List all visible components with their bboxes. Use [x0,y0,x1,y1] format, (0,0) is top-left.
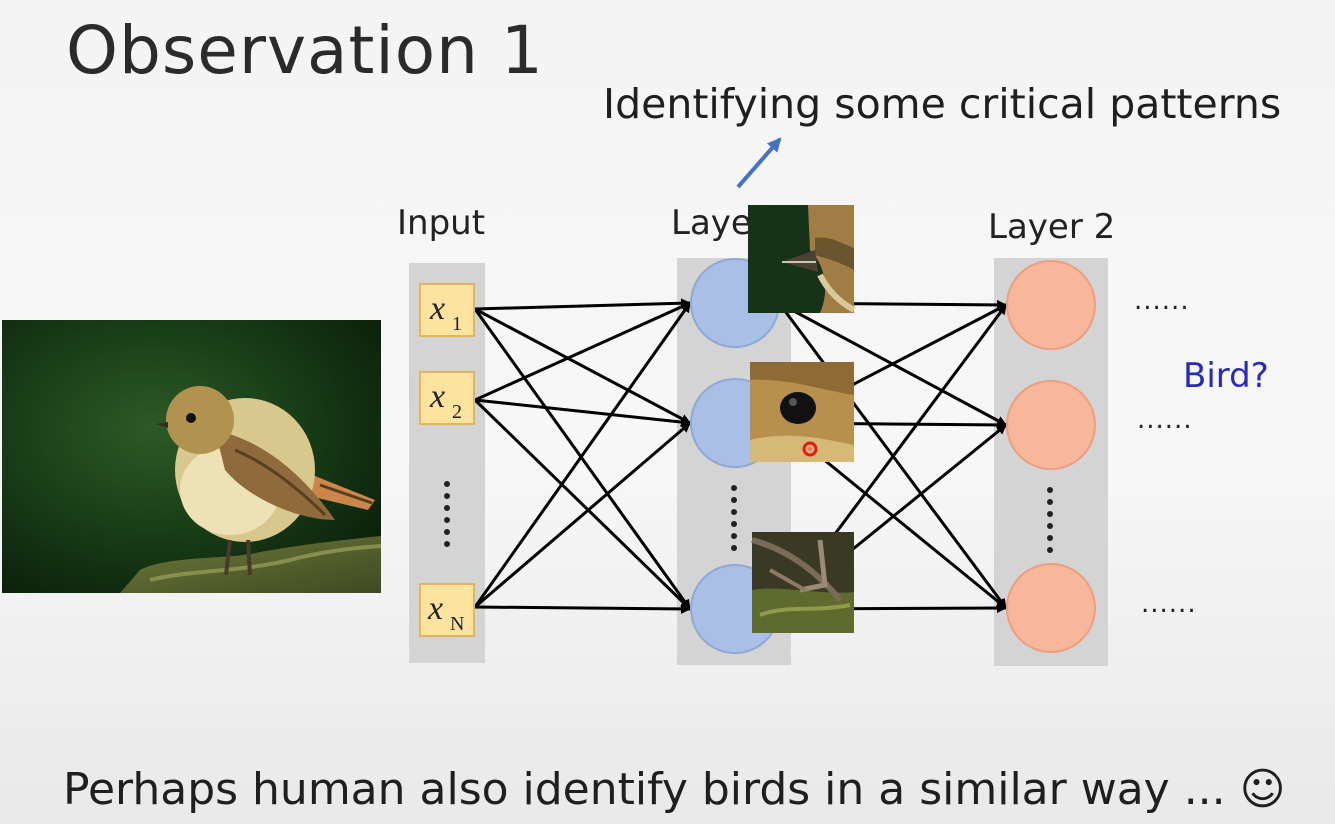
edge-xn-h1 [473,302,692,608]
svg-text:1: 1 [452,313,462,335]
layer2-output-ellipsis-1: ...... [1134,286,1190,316]
input-node-x2: x 2 [419,371,475,425]
claw-crop-image [751,532,854,633]
layer2-node-3 [1006,563,1096,653]
edge-x1-h3 [473,308,692,610]
edge-x1-h1 [474,298,691,311]
beak-crop-image [748,205,856,313]
layer2-output-ellipsis-3: ...... [1141,589,1197,619]
edge-x1-h2 [474,307,691,425]
edge-x2-h2 [474,398,691,428]
input-node-x1: x 1 [419,283,475,337]
layer2-output-ellipsis-2: ...... [1137,405,1193,435]
bird-photo [2,320,382,593]
pointer-arrow [736,137,782,189]
input-node-xn: x N [419,583,475,637]
svg-text:2: 2 [452,401,462,423]
bird-question-label: Bird? [1183,356,1269,396]
neural-network-diagram: x 1 x 2 x N [2,137,1108,666]
input-to-layer1-arrows [473,298,692,614]
layer2-node-1 [1006,260,1096,350]
eye-crop-image [750,362,854,462]
svg-text:x: x [429,290,445,327]
slide-footer-text: Perhaps human also identify birds in a s… [63,764,1286,815]
svg-text:N: N [450,613,464,635]
edge-xn-h3 [474,603,691,614]
svg-text:x: x [427,590,443,627]
svg-text:x: x [429,378,445,415]
layer2-node-2 [1006,380,1096,470]
